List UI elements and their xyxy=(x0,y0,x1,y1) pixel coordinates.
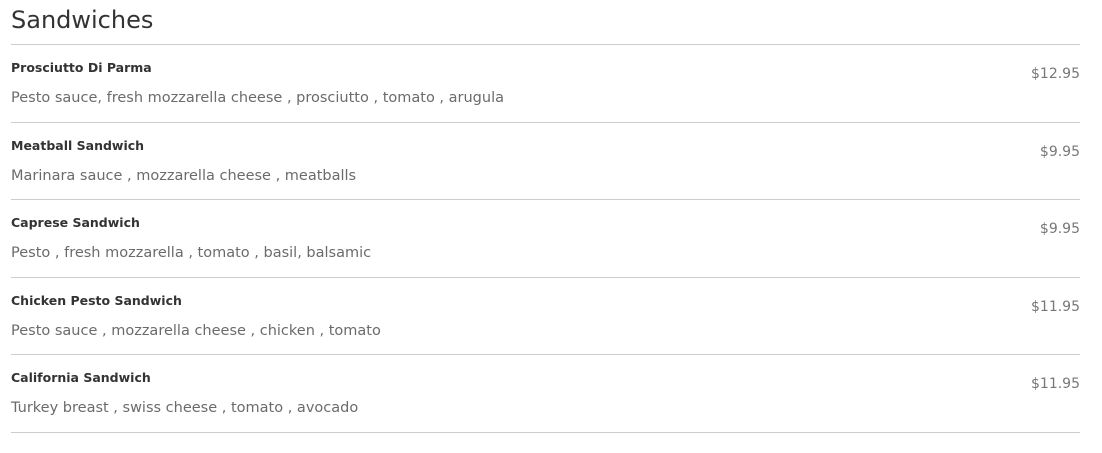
item-description: Turkey breast , swiss cheese , tomato , … xyxy=(11,400,359,416)
item-name: Prosciutto Di Parma xyxy=(11,60,152,75)
menu-item[interactable]: Caprese Sandwich Pesto , fresh mozzarell… xyxy=(11,200,1080,278)
item-description: Pesto sauce , mozzarella cheese , chicke… xyxy=(11,322,381,339)
menu-item[interactable]: California Sandwich Turkey breast , swis… xyxy=(11,355,1080,433)
item-price: $9.95 xyxy=(1039,221,1080,237)
item-name: California Sandwich xyxy=(11,370,151,385)
item-description: Pesto sauce, fresh mozzarella cheese , p… xyxy=(11,90,504,106)
item-price: $9.95 xyxy=(1039,143,1080,160)
item-price: $12.95 xyxy=(1031,66,1080,82)
menu-item[interactable]: Prosciutto Di Parma Pesto sauce, fresh m… xyxy=(11,45,1080,123)
item-price: $11.95 xyxy=(1031,376,1080,392)
menu-item[interactable]: Chicken Pesto Sandwich Pesto sauce , moz… xyxy=(11,278,1080,355)
section-title: Sandwiches xyxy=(11,0,1080,45)
item-description: Pesto , fresh mozzarella , tomato , basi… xyxy=(11,245,372,261)
item-price: $11.95 xyxy=(1031,298,1080,315)
menu-list: Prosciutto Di Parma Pesto sauce, fresh m… xyxy=(11,45,1080,433)
item-description: Marinara sauce , mozzarella cheese , mea… xyxy=(11,167,357,184)
item-name: Caprese Sandwich xyxy=(11,215,140,230)
menu-section-sandwiches: Sandwiches Prosciutto Di Parma Pesto sau… xyxy=(11,0,1080,433)
item-name: Meatball Sandwich xyxy=(11,137,145,153)
item-name: Chicken Pesto Sandwich xyxy=(11,292,182,308)
menu-item[interactable]: Meatball Sandwich Marinara sauce , mozza… xyxy=(11,123,1080,200)
